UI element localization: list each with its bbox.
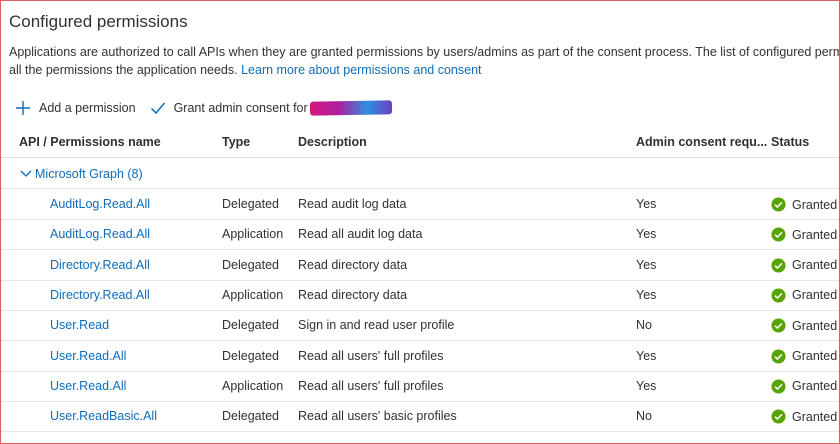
- check-circle-icon: [771, 197, 786, 212]
- panel-frame: Configured permissions Applications are …: [0, 0, 840, 444]
- permission-type: Delegated: [222, 409, 279, 424]
- table-header: API / Permissions name Type Description …: [1, 127, 839, 158]
- permission-name-link[interactable]: AuditLog.Read.All: [50, 227, 150, 241]
- table-row: AuditLog.Read.All Application Read all aud…: [1, 219, 839, 251]
- checkmark-icon: [150, 102, 165, 115]
- status-label: Granted: [792, 227, 838, 242]
- check-circle-icon: [771, 288, 786, 303]
- add-permission-button[interactable]: Add a permission: [15, 100, 136, 116]
- grant-admin-consent-label: Grant admin consent for: [173, 101, 308, 115]
- permission-name-link[interactable]: User.ReadBasic.All: [50, 409, 157, 423]
- check-circle-icon: [771, 318, 786, 333]
- status-label: Granted: [792, 318, 838, 333]
- check-circle-icon: [771, 379, 786, 394]
- status-badge: Granted: [771, 409, 837, 424]
- status-badge: Granted: [771, 318, 837, 333]
- permission-description: Read all users' full profiles: [298, 348, 444, 363]
- permission-description: Read all audit log data: [298, 227, 423, 242]
- table-row: User.ReadBasic.All Delegated Read all user…: [1, 401, 839, 433]
- learn-more-link[interactable]: Learn more about permissions and consent: [241, 63, 481, 77]
- check-circle-icon: [771, 409, 786, 424]
- check-circle-icon: [771, 227, 786, 242]
- permission-type: Application: [222, 287, 284, 302]
- table-row: User.Read.All Delegated Read all users' fu…: [1, 341, 839, 372]
- permission-name-link[interactable]: AuditLog.Read.All: [50, 197, 150, 211]
- add-permission-label: Add a permission: [39, 101, 136, 115]
- status-label: Granted: [792, 409, 838, 424]
- description-text: all the permissions the application need…: [9, 63, 242, 77]
- admin-consent-required: Yes: [636, 227, 657, 242]
- description-line-1: Applications are authorized to call APIs…: [9, 45, 839, 59]
- redacted-tenant-name: [309, 100, 392, 116]
- permission-name-link[interactable]: User.Read: [50, 318, 109, 332]
- check-circle-icon: [771, 348, 786, 364]
- permission-name-link[interactable]: User.Read.All: [50, 379, 126, 393]
- check-circle-icon: [771, 258, 786, 273]
- status-label: Granted: [792, 258, 838, 273]
- permission-type: Delegated: [222, 348, 279, 363]
- table-row: User.Read.All Application Read all users' …: [1, 371, 839, 402]
- group-toggle[interactable]: Microsoft Graph (8): [20, 167, 143, 181]
- permission-description: Read all users' basic profiles: [298, 409, 457, 424]
- admin-consent-required: No: [636, 409, 652, 424]
- grant-admin-consent-button[interactable]: Grant admin consent for: [150, 100, 392, 116]
- status-badge: Granted: [771, 227, 837, 242]
- status-badge: Granted: [771, 258, 837, 273]
- table-row: User.Read Delegated Sign in and read user …: [1, 310, 839, 342]
- description-line-2: all the permissions the application need…: [9, 61, 839, 79]
- admin-consent-required: Yes: [636, 257, 657, 272]
- permission-description: Read directory data: [298, 257, 408, 272]
- admin-consent-required: Yes: [636, 348, 657, 363]
- status-badge: Granted: [771, 288, 837, 303]
- permission-type: Application: [222, 227, 284, 242]
- status-badge: Granted: [771, 379, 837, 394]
- status-badge: Granted: [771, 197, 837, 212]
- permission-description: Read audit log data: [298, 197, 407, 211]
- header-api-name[interactable]: API / Permissions name: [19, 135, 161, 149]
- status-label: Granted: [792, 197, 838, 212]
- permission-description: Read all users' full profiles: [298, 378, 444, 393]
- permission-name-link[interactable]: Directory.Read.All: [50, 258, 150, 272]
- header-type[interactable]: Type: [222, 135, 250, 149]
- table-row: Directory.Read.All Application Read direct…: [1, 280, 839, 311]
- header-status[interactable]: Status: [771, 135, 809, 149]
- permission-description: Read directory data: [298, 287, 408, 302]
- permission-type: Application: [222, 378, 284, 393]
- status-label: Granted: [792, 379, 838, 394]
- admin-consent-required: Yes: [636, 197, 657, 211]
- permission-type: Delegated: [222, 318, 279, 333]
- admin-consent-required: Yes: [636, 287, 657, 302]
- status-label: Granted: [792, 288, 838, 303]
- permission-name-link[interactable]: User.Read.All: [50, 349, 126, 363]
- table-row: Directory.Read.All Delegated Read director…: [1, 250, 839, 281]
- status-badge: Granted: [771, 348, 838, 364]
- plus-icon: [16, 101, 30, 115]
- group-label: Microsoft Graph (8): [35, 167, 143, 181]
- header-admin-consent[interactable]: Admin consent requ...: [636, 135, 767, 149]
- permissions-description: Applications are authorized to call APIs…: [9, 43, 839, 79]
- permission-description: Sign in and read user profile: [298, 318, 455, 333]
- admin-consent-required: Yes: [636, 378, 657, 393]
- page-title: Configured permissions: [9, 12, 188, 31]
- chevron-down-icon: [20, 170, 32, 177]
- permission-type: Delegated: [222, 197, 279, 211]
- table-row: AuditLog.Read.All Delegated Read audit log…: [1, 189, 839, 220]
- permission-type: Delegated: [222, 257, 279, 272]
- header-description[interactable]: Description: [298, 135, 367, 149]
- status-label: Granted: [792, 349, 838, 363]
- permission-name-link[interactable]: Directory.Read.All: [50, 288, 150, 302]
- group-row-microsoft-graph: Microsoft Graph (8): [1, 158, 839, 189]
- admin-consent-required: No: [636, 318, 652, 333]
- toolbar: Add a permission Grant admin consent for: [15, 97, 392, 119]
